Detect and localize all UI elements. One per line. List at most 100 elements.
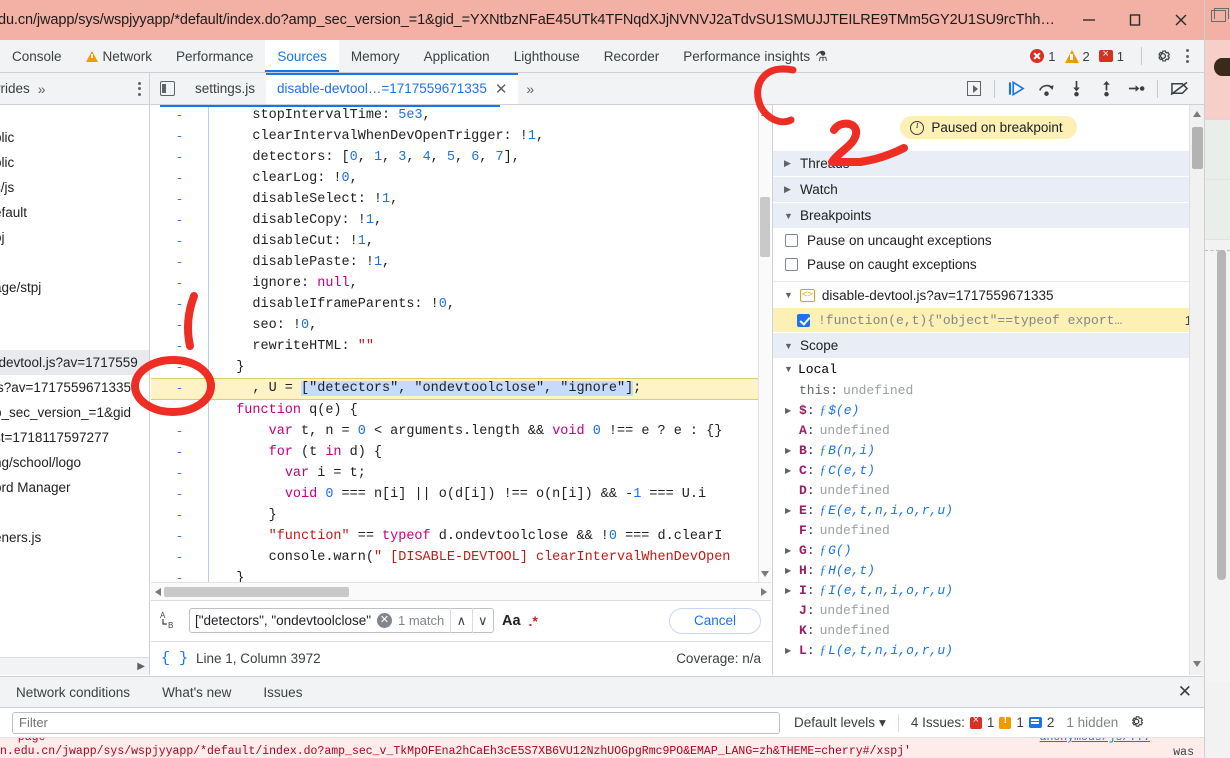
scroll-right-icon[interactable] [761,588,767,596]
error-count-indicator[interactable]: 1 [1030,49,1056,64]
code-line[interactable]: - disableSelect: !1, [151,189,771,210]
debugger-vertical-scrollbar[interactable] [1189,105,1204,675]
scrollbar-thumb[interactable] [1192,127,1203,169]
line-gutter-marker[interactable]: - [151,442,208,463]
deactivate-breakpoints-icon[interactable] [1164,73,1194,105]
code-editor[interactable]: - stopIntervalTime: 5e3, - clearIntervalW… [151,105,771,600]
step-out-of-current-function-icon[interactable] [1091,73,1121,105]
code-line[interactable]: - var i = t; [151,463,771,484]
cancel-search-button[interactable]: Cancel [668,607,761,634]
section-threads[interactable]: ▶ Threads [773,150,1204,176]
line-gutter-marker[interactable]: - [151,147,208,168]
chevron-right-icon[interactable]: ▶ [785,506,799,515]
navigator-options-icon[interactable] [138,81,141,96]
resume-script-execution-icon[interactable] [1001,73,1031,105]
step-into-next-function-call-icon[interactable] [1061,73,1091,105]
line-gutter-marker[interactable]: - [151,105,208,126]
scope-variable-row[interactable]: K: undefined [773,620,1204,640]
nav-item[interactable]: blic [0,125,149,150]
line-gutter-marker[interactable]: - [151,336,208,357]
line-gutter-marker[interactable]: - [151,463,208,484]
search-input-wrapper[interactable]: ✕ 1 match ∧ ∨ [189,608,494,633]
file-navigator-pane[interactable]: blic olic c/js efault oj age/stpj -devtool.js?… [0,105,150,675]
line-gutter-marker[interactable]: - [151,189,208,210]
line-gutter-marker[interactable]: - [151,168,208,189]
editor-vertical-scrollbar[interactable] [758,105,771,582]
chevron-right-icon[interactable]: ▶ [785,566,799,575]
nav-item[interactable]: eners.js [0,525,149,550]
code-line[interactable]: - stopIntervalTime: 5e3, [151,105,771,126]
regex-button[interactable]: .* [529,613,538,629]
scope-variable-row[interactable]: ▶ H: ƒ H(e,t) [773,560,1204,580]
maximize-icon[interactable] [1112,0,1158,40]
drawer-tab-network-conditions[interactable]: Network conditions [0,685,146,700]
file-tab-disable-devtool-171755967133[interactable]: disable-devtool…=1717559671335 ✕ [266,73,519,104]
code-line[interactable]: - disablePaste: !1, [151,252,771,273]
nav-item[interactable]: efault [0,200,149,225]
nav-item[interactable]: olic [0,150,149,175]
checkbox[interactable] [785,257,798,271]
chevron-right-icon[interactable]: ▶ [785,446,799,455]
scroll-down-icon[interactable] [1193,661,1201,667]
line-gutter-marker[interactable]: - [151,505,208,526]
scroll-up-icon[interactable] [1193,111,1201,117]
chevron-right-icon[interactable]: ▶ [785,406,799,415]
match-case-button[interactable]: Aa [502,613,521,629]
nav-item[interactable]: ng/school/logo [0,450,149,475]
line-gutter-marker[interactable]: - [151,421,208,442]
code-line[interactable]: - console.warn(" [DISABLE-DEVTOOL] clear… [151,547,771,568]
navigator-tab-overrides[interactable]: rrides [0,81,30,96]
scope-variable-row[interactable]: ▶ L: ƒ L(e,t,n,i,o,r,u) [773,640,1204,660]
navigator-more-tabs-icon[interactable]: » [38,81,46,97]
scroll-up-icon[interactable] [761,110,769,116]
clear-search-icon[interactable]: ✕ [377,613,392,628]
line-gutter-marker[interactable]: - [151,400,208,421]
code-line[interactable]: - "function" == typeof d.ondevtoolclose … [151,526,771,547]
nav-item[interactable]: ord Manager [0,475,149,500]
issues-summary[interactable]: 4 Issues: 1 1 2 [911,714,1055,731]
line-gutter-marker[interactable]: - [151,526,208,547]
warning-count-indicator[interactable]: 2 [1064,49,1090,64]
nav-item[interactable]: oj [0,225,149,250]
scope-variable-row[interactable]: ▶ C: ƒ C(e,t) [773,460,1204,480]
console-source-link[interactable]: anonymous/js/... [1040,738,1150,744]
code-line-highlighted[interactable]: - , U = ["detectors", "ondevtoolclose", … [151,378,771,400]
line-gutter-marker[interactable]: - [151,231,208,252]
breakpoint-file-row[interactable]: ▼ <> disable-devtool.js?av=1717559671335 [773,282,1204,308]
section-scope[interactable]: ▼ Scope [773,332,1204,358]
scroll-down-icon[interactable] [761,571,769,577]
tab-application[interactable]: Application [412,40,502,72]
breakpoint-checkbox[interactable] [797,313,810,327]
line-gutter-marker[interactable]: - [151,568,208,582]
scope-variable-row[interactable]: ▶ E: ƒ E(e,t,n,i,o,r,u) [773,500,1204,520]
search-next-button[interactable]: ∨ [471,608,493,633]
code-line[interactable]: - disableCut: !1, [151,231,771,252]
scope-variable-row[interactable]: D: undefined [773,480,1204,500]
scope-variable-row[interactable]: this: undefined [773,380,1204,400]
code-line[interactable]: - detectors: [0, 1, 3, 4, 5, 6, 7], [151,147,771,168]
code-line[interactable]: - var t, n = 0 < arguments.length && voi… [151,421,771,442]
editor-horizontal-scrollbar[interactable] [151,582,771,600]
toggle-navigator-panel-icon[interactable] [150,81,184,96]
nav-item[interactable]: js?av=1717559671335 [0,375,149,400]
chevron-right-icon[interactable]: ▶ [785,586,799,595]
code-line[interactable]: - clearIntervalWhenDevOpenTrigger: !1, [151,126,771,147]
scope-variable-row[interactable]: ▶ B: ƒ B(n,i) [773,440,1204,460]
close-icon[interactable] [1158,0,1204,40]
file-tabs-more-icon[interactable]: » [518,81,542,97]
section-watch[interactable]: ▶ Watch [773,176,1204,202]
tab-memory[interactable]: Memory [339,40,412,72]
code-line[interactable]: - } [151,357,771,378]
code-line[interactable]: - } [151,505,771,526]
scope-variable-row[interactable]: ▶ I: ƒ I(e,t,n,i,o,r,u) [773,580,1204,600]
tab-network[interactable]: Network [74,40,165,72]
code-line[interactable]: - function q(e) { [151,400,771,421]
minimize-icon[interactable] [1066,0,1112,40]
scope-variable-row[interactable]: ▶ $: ƒ $(e) [773,400,1204,420]
scrollbar-thumb[interactable] [164,587,349,597]
page-scrollbar[interactable] [1217,250,1226,580]
breakpoint-entry-row[interactable]: !function(e,t){"object"==typeof export… … [773,308,1204,332]
scope-variable-row[interactable]: A: undefined [773,420,1204,440]
search-input[interactable] [190,613,377,628]
line-gutter-marker[interactable]: - [151,315,208,336]
